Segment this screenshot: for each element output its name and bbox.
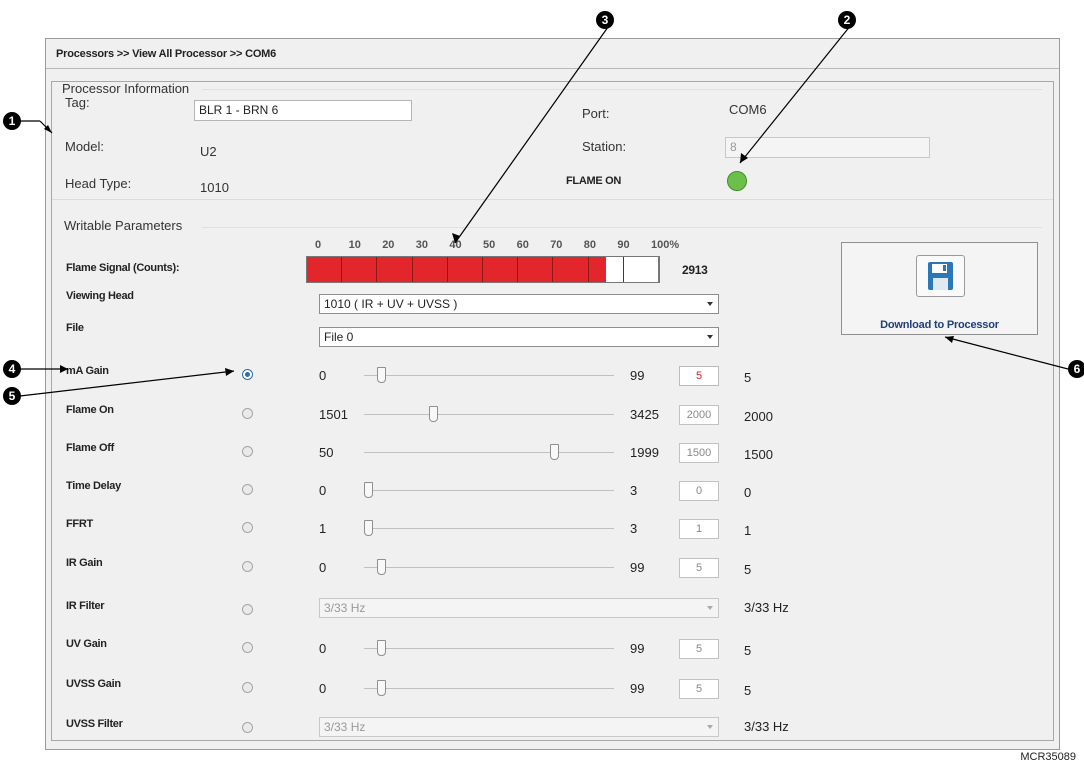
callout-5-leader (19, 370, 235, 397)
callout-3: 3 (596, 11, 614, 29)
callout-2: 2 (838, 11, 856, 29)
callout-5-arrowhead (225, 368, 234, 376)
annotation-overlay (19, 19, 1069, 397)
callout-6: 6 (1068, 360, 1084, 378)
callout-1: 1 (3, 112, 21, 130)
callout-6-arrowhead (945, 336, 954, 343)
figure-id: MCR35089 (1020, 751, 1076, 763)
callout-4-arrowhead (60, 365, 68, 373)
callout-6-leader (944, 336, 1069, 370)
callout-5: 5 (3, 387, 21, 405)
callout-4: 4 (3, 360, 21, 378)
callout-2-leader (739, 19, 856, 164)
callout-3-leader (454, 19, 614, 244)
